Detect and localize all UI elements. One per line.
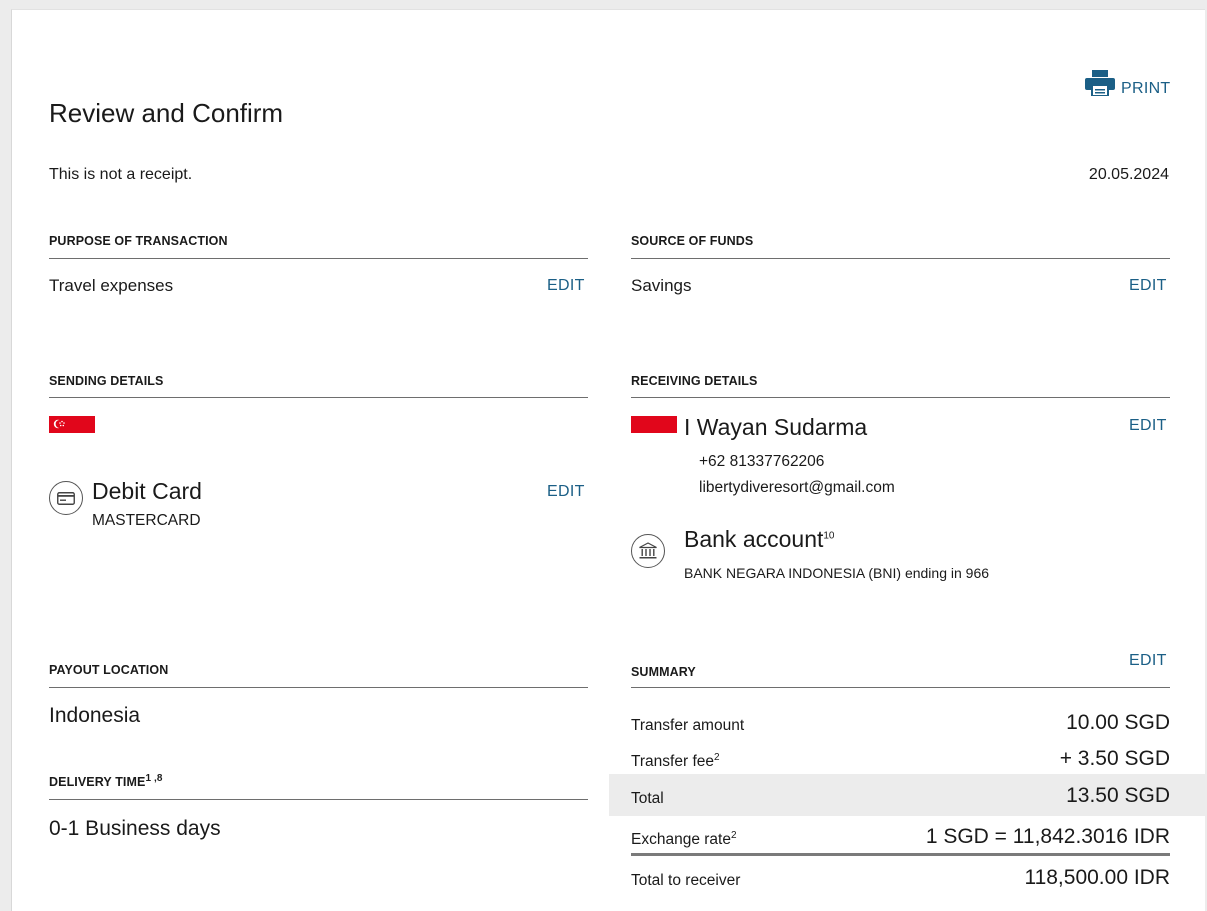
- printer-icon: [1085, 70, 1115, 101]
- receiving-divider: [631, 397, 1170, 398]
- summary-label-text: Exchange rate: [631, 831, 731, 848]
- account-type: Bank account10: [684, 526, 835, 553]
- delivery-value: 0-1 Business days: [49, 817, 221, 840]
- summary-label-text: Total to receiver: [631, 872, 741, 889]
- purpose-divider: [49, 258, 588, 259]
- payout-divider: [49, 687, 588, 688]
- payout-heading: PAYOUT LOCATION: [49, 663, 169, 677]
- summary-value: 13.50 SGD: [1066, 784, 1170, 807]
- summary-footnote: 2: [714, 751, 720, 763]
- summary-heading: SUMMARY: [631, 665, 696, 679]
- sending-heading: SENDING DETAILS: [49, 374, 164, 388]
- sending-divider: [49, 397, 588, 398]
- account-footnote: 10: [823, 530, 835, 542]
- bank-icon: [631, 534, 665, 568]
- print-button[interactable]: PRINT: [1085, 70, 1171, 101]
- edit-sending-button[interactable]: EDIT: [547, 483, 585, 501]
- page-title: Review and Confirm: [49, 98, 284, 128]
- purpose-value: Travel expenses: [49, 276, 174, 295]
- summary-value: 1 SGD = 11,842.3016 IDR: [925, 825, 1170, 848]
- delivery-footnote: 1 ,8: [145, 773, 163, 784]
- purpose-heading: PURPOSE OF TRANSACTION: [49, 234, 228, 248]
- delivery-divider: [49, 799, 588, 800]
- source-value: Savings: [631, 276, 692, 295]
- summary-value: + 3.50 SGD: [1059, 747, 1170, 770]
- summary-row-total-to-receiver: Total to receiver 118,500.00 IDR: [631, 860, 1170, 890]
- summary-footnote: 2: [730, 829, 737, 841]
- summary-label: Exchange rate2: [631, 830, 737, 849]
- summary-label: Total: [631, 790, 664, 808]
- total-to-receiver-divider: [631, 853, 1170, 856]
- account-detail: BANK NEGARA INDONESIA (BNI) ending in 96…: [684, 565, 990, 581]
- debit-card-icon: [49, 481, 83, 515]
- summary-label-text: Transfer fee: [631, 753, 714, 770]
- singapore-flag-icon: [49, 416, 95, 450]
- sending-method: Debit Card: [92, 478, 202, 504]
- receiver-email: libertydiveresort@gmail.com: [699, 479, 895, 496]
- edit-purpose-button[interactable]: EDIT: [547, 277, 585, 295]
- summary-value: 10.00 SGD: [1066, 711, 1170, 734]
- summary-label: Total to receiver: [631, 872, 740, 890]
- account-type-label: Bank account: [684, 526, 824, 552]
- summary-row-total: Total 13.50 SGD: [631, 778, 1170, 808]
- summary-row-exchange-rate: Exchange rate2 1 SGD = 11,842.3016 IDR: [631, 819, 1170, 849]
- transaction-date: 20.05.2024: [1088, 166, 1169, 183]
- summary-row-transfer-amount: Transfer amount 10.00 SGD: [631, 705, 1170, 735]
- summary-divider: [631, 687, 1170, 688]
- summary-label: Transfer amount: [631, 717, 744, 735]
- receiver-phone: +62 81337762206: [699, 453, 825, 470]
- summary-label-text: Transfer amount: [631, 717, 745, 734]
- indonesia-flag-icon: [631, 416, 677, 450]
- not-receipt-notice: This is not a receipt.: [49, 166, 193, 183]
- summary-value: 118,500.00 IDR: [1024, 866, 1170, 889]
- card-brand: MASTERCARD: [92, 512, 201, 529]
- summary-row-transfer-fee: Transfer fee2 + 3.50 SGD: [631, 741, 1170, 771]
- source-heading: SOURCE OF FUNDS: [631, 234, 754, 248]
- review-card: PRINT Review and Confirm This is not a r…: [11, 9, 1206, 911]
- edit-receiving-button[interactable]: EDIT: [1129, 417, 1167, 435]
- delivery-heading: DELIVERY TIME1 ,8: [49, 773, 163, 789]
- summary-label-text: Total: [631, 790, 664, 807]
- print-label: PRINT: [1121, 79, 1171, 97]
- edit-summary-button[interactable]: EDIT: [1129, 652, 1167, 670]
- delivery-heading-label: DELIVERY TIME: [49, 775, 146, 790]
- receiving-heading: RECEIVING DETAILS: [631, 374, 758, 388]
- edit-source-button[interactable]: EDIT: [1129, 277, 1167, 295]
- receiver-name: I Wayan Sudarma: [684, 414, 868, 440]
- summary-label: Transfer fee2: [631, 752, 720, 771]
- source-divider: [631, 258, 1170, 259]
- payout-value: Indonesia: [49, 704, 141, 727]
